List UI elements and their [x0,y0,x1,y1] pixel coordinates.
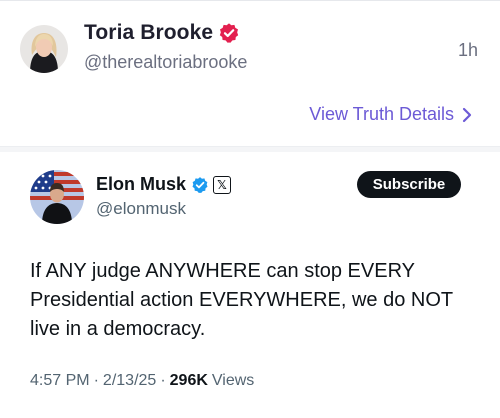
post-time[interactable]: 4:57 PM [30,372,90,390]
chevron-right-icon [462,107,472,123]
author-avatar[interactable] [20,25,68,73]
post-date[interactable]: 2/13/25 [103,372,156,390]
views-label: Views [211,372,255,389]
author-handle[interactable]: @therealtoriabrooke [84,52,247,73]
views-count[interactable]: 296K [170,372,208,390]
view-truth-details-label: View Truth Details [309,104,454,124]
post-meta: 4:57 PM · 2/13/25 · 296K Views [30,372,254,390]
meta-separator: · [93,372,99,389]
section-divider [0,146,500,152]
divider [0,0,500,1]
verified-badge-icon [191,176,209,194]
x-logo-icon: 𝕏 [213,175,232,194]
post-view: Toria Brooke @therealtoriabrooke 1h View… [0,0,500,418]
author-name-row: Toria Brooke [84,21,240,45]
meta-separator: · [160,372,166,389]
quoted-author-handle[interactable]: @elonmusk [96,199,186,219]
post-text: If ANY judge ANYWHERE can stop EVERY Pre… [30,260,453,340]
quoted-author-avatar[interactable] [30,170,84,224]
quoted-author-name[interactable]: Elon Musk [96,174,186,195]
quoted-author-name-row: Elon Musk 𝕏 [96,174,232,195]
view-truth-details-link[interactable]: View Truth Details [309,104,472,125]
post-timestamp[interactable]: 1h [458,40,478,61]
author-name[interactable]: Toria Brooke [84,21,213,45]
subscribe-button[interactable]: Subscribe [357,171,461,198]
verified-badge-icon [218,22,240,44]
